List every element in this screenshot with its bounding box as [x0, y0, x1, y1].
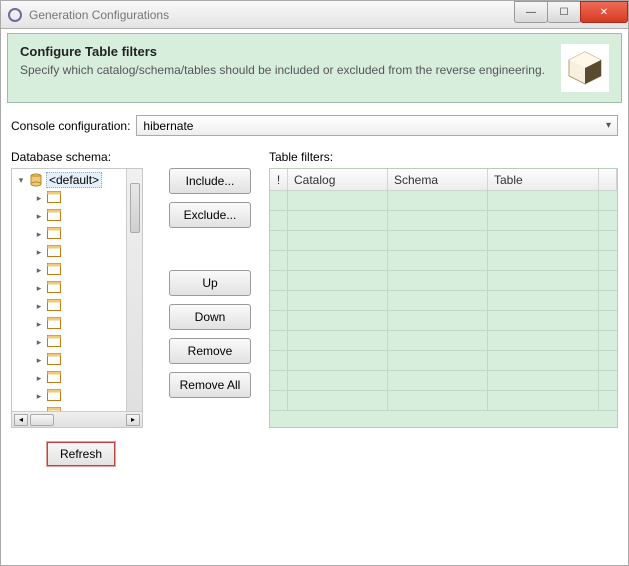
- scroll-thumb[interactable]: [130, 183, 140, 233]
- expand-arrow-icon[interactable]: ▸: [34, 373, 44, 384]
- table-icon: [47, 299, 61, 313]
- schema-table-node[interactable]: ▸: [12, 207, 126, 225]
- remove-all-button[interactable]: Remove All: [169, 372, 251, 398]
- column-header-schema[interactable]: Schema: [388, 169, 488, 190]
- title-bar: Generation Configurations — ☐ ✕: [1, 1, 628, 29]
- remove-button[interactable]: Remove: [169, 338, 251, 364]
- expand-arrow-icon[interactable]: ▸: [34, 193, 44, 204]
- scroll-thumb[interactable]: [30, 414, 54, 426]
- schema-table-node[interactable]: ▸: [12, 261, 126, 279]
- expand-arrow-icon[interactable]: ▸: [34, 355, 44, 366]
- schema-table-node[interactable]: ▸: [12, 387, 126, 405]
- table-row[interactable]: [270, 291, 617, 311]
- expand-arrow-icon[interactable]: ▸: [34, 319, 44, 330]
- table-icon: [47, 191, 61, 205]
- table-icon: [47, 317, 61, 331]
- scroll-left-button[interactable]: ◂: [14, 414, 28, 426]
- refresh-button[interactable]: Refresh: [47, 442, 115, 466]
- scroll-right-button[interactable]: ▸: [126, 414, 140, 426]
- table-row[interactable]: [270, 391, 617, 411]
- schema-table-node[interactable]: ▸: [12, 315, 126, 333]
- page-header: Configure Table filters Specify which ca…: [7, 33, 622, 103]
- schema-table-node[interactable]: ▸: [12, 351, 126, 369]
- expand-arrow-icon[interactable]: ▸: [34, 211, 44, 222]
- expand-arrow-icon[interactable]: ▸: [34, 283, 44, 294]
- include-button[interactable]: Include...: [169, 168, 251, 194]
- schema-table-node[interactable]: ▸: [12, 243, 126, 261]
- expand-arrow-icon[interactable]: ▸: [34, 301, 44, 312]
- table-icon: [47, 209, 61, 223]
- down-button[interactable]: Down: [169, 304, 251, 330]
- table-row[interactable]: [270, 231, 617, 251]
- column-header-excl[interactable]: !: [270, 169, 288, 190]
- console-config-value: hibernate: [143, 119, 193, 133]
- table-row[interactable]: [270, 191, 617, 211]
- maximize-button[interactable]: ☐: [547, 1, 581, 23]
- page-title: Configure Table filters: [20, 44, 553, 59]
- vertical-scrollbar[interactable]: [126, 169, 142, 411]
- table-row[interactable]: [270, 371, 617, 391]
- expand-arrow-icon[interactable]: ▸: [34, 247, 44, 258]
- eclipse-icon: [7, 7, 23, 23]
- table-filters-body: [270, 191, 617, 427]
- schema-root-label: <default>: [46, 172, 102, 188]
- console-config-label: Console configuration:: [11, 119, 130, 133]
- horizontal-scrollbar[interactable]: ◂ ▸: [12, 411, 142, 427]
- table-icon: [47, 389, 61, 403]
- table-icon: [47, 335, 61, 349]
- table-filters-label: Table filters:: [269, 150, 618, 164]
- table-row[interactable]: [270, 271, 617, 291]
- schema-root-node[interactable]: ▾ <default>: [12, 171, 126, 189]
- database-icon: [29, 173, 43, 187]
- close-button[interactable]: ✕: [580, 1, 628, 23]
- minimize-button[interactable]: —: [514, 1, 548, 23]
- expand-arrow-icon[interactable]: ▸: [34, 337, 44, 348]
- table-filters-grid[interactable]: ! Catalog Schema Table: [269, 168, 618, 428]
- schema-table-node[interactable]: ▸: [12, 189, 126, 207]
- table-row[interactable]: [270, 211, 617, 231]
- expand-arrow-icon[interactable]: ▸: [34, 229, 44, 240]
- collapse-arrow-icon[interactable]: ▾: [16, 175, 26, 186]
- up-button[interactable]: Up: [169, 270, 251, 296]
- schema-table-node[interactable]: ▸: [12, 225, 126, 243]
- exclude-button[interactable]: Exclude...: [169, 202, 251, 228]
- table-row[interactable]: [270, 351, 617, 371]
- column-header-catalog[interactable]: Catalog: [288, 169, 388, 190]
- table-row[interactable]: [270, 331, 617, 351]
- column-header-table[interactable]: Table: [488, 169, 599, 190]
- window-title: Generation Configurations: [29, 8, 515, 22]
- window-controls: — ☐ ✕: [515, 1, 628, 28]
- database-schema-label: Database schema:: [11, 150, 151, 164]
- schema-table-node[interactable]: ▸: [12, 297, 126, 315]
- schema-tree[interactable]: ▾ <default> ▸ ▸: [11, 168, 143, 428]
- expand-arrow-icon[interactable]: ▸: [34, 391, 44, 402]
- schema-table-node[interactable]: ▸: [12, 279, 126, 297]
- schema-table-node[interactable]: ▸: [12, 369, 126, 387]
- table-row[interactable]: [270, 251, 617, 271]
- table-icon: [47, 245, 61, 259]
- console-config-select[interactable]: hibernate: [136, 115, 618, 136]
- table-icon: [47, 227, 61, 241]
- column-header-blank: [599, 169, 617, 190]
- expand-arrow-icon[interactable]: ▸: [34, 265, 44, 276]
- table-filters-header: ! Catalog Schema Table: [270, 169, 617, 191]
- hibernate-logo-icon: [561, 44, 609, 92]
- table-row[interactable]: [270, 311, 617, 331]
- page-subtitle: Specify which catalog/schema/tables shou…: [20, 63, 553, 79]
- table-icon: [47, 371, 61, 385]
- table-icon: [47, 281, 61, 295]
- table-icon: [47, 353, 61, 367]
- schema-table-node[interactable]: ▸: [12, 333, 126, 351]
- console-config-row: Console configuration: hibernate: [11, 115, 618, 136]
- table-icon: [47, 263, 61, 277]
